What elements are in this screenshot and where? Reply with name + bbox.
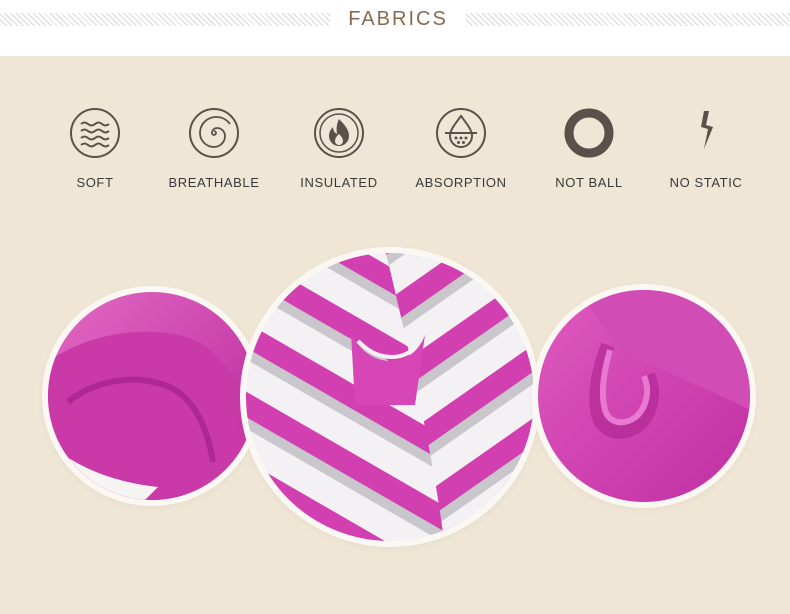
feature-breathable: BREATHABLE [154, 107, 274, 197]
fabric-photo-loop [538, 290, 750, 502]
feature-label: BREATHABLE [168, 175, 260, 190]
fabric-photo-collar [246, 253, 534, 541]
fabric-photo-pocket [48, 292, 256, 500]
header-bar: FABRICS [0, 0, 790, 56]
feature-insulated: INSULATED [279, 107, 399, 197]
waves-icon [69, 107, 121, 159]
header-hatch-left [0, 13, 330, 26]
header-hatch-right [466, 13, 790, 26]
lightning-icon [680, 107, 732, 159]
page-title: FABRICS [348, 8, 448, 30]
spiral-icon [188, 107, 240, 159]
ring-icon [563, 107, 615, 159]
feature-absorption: ABSORPTION [401, 107, 521, 197]
flame-icon [313, 107, 365, 159]
feature-label: ABSORPTION [415, 175, 507, 190]
feature-label: INSULATED [300, 175, 378, 190]
feature-no-static: NO STATIC [646, 107, 766, 197]
feature-label: NOT BALL [555, 175, 623, 190]
water-drop-icon [435, 107, 487, 159]
feature-label: SOFT [76, 175, 114, 190]
feature-soft: SOFT [35, 107, 155, 197]
feature-not-ball: NOT BALL [529, 107, 649, 197]
feature-label: NO STATIC [669, 175, 743, 190]
